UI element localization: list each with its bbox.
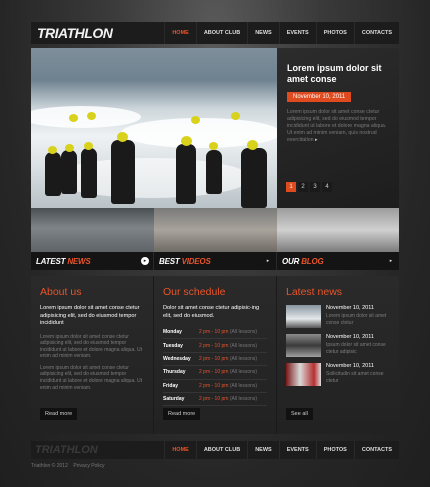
hero-photo: [31, 48, 277, 208]
news-text: Lorem ipsum dolor sit amet conse ctetur: [326, 313, 387, 326]
list-item[interactable]: November 10, 2011 Ipsum dolor sit amet c…: [286, 334, 390, 357]
nav-news[interactable]: NEWS: [247, 22, 279, 44]
footer-nav: HOME ABOUT CLUB NEWS EVENTS PHOTOS CONTA…: [164, 441, 399, 459]
table-row: Monday 2 pm - 10 pm (All lessons): [163, 326, 267, 340]
videos-thumbnail[interactable]: [154, 208, 277, 252]
about-paragraph: Lorem ipsum dolor sit amet conse ctetur …: [40, 333, 143, 360]
latest-news-column: Latest news November 10, 2011 Lorem ipsu…: [277, 276, 399, 434]
site-footer: TRIATHLON HOME ABOUT CLUB NEWS EVENTS PH…: [31, 441, 399, 459]
hero-text-body: Lorem ipsum dolor sit amet conse ctetur …: [287, 109, 387, 143]
latest-news-title: Latest news: [286, 286, 343, 298]
slider-pager: 1 2 3 4: [286, 182, 332, 192]
footer-nav-home[interactable]: HOME: [164, 441, 196, 459]
our-blog-tab[interactable]: OUR BLOG ▸: [277, 252, 399, 270]
hero-more-icon[interactable]: ▸: [315, 137, 318, 143]
news-text: Ipsum dolor sit amet conse ctetur adipis…: [326, 342, 386, 355]
hero-title[interactable]: Lorem ipsum dolor sit amet conse: [287, 63, 389, 85]
news-date: November 10, 2011: [326, 363, 374, 369]
news-image[interactable]: [286, 305, 321, 328]
arrow-right-icon[interactable]: ▸: [264, 257, 272, 265]
blog-thumbnail[interactable]: [277, 208, 399, 252]
schedule-time: 2 pm - 10 pm (All lessons): [199, 338, 267, 353]
footer-nav-photos[interactable]: PHOTOS: [315, 441, 354, 459]
table-row: Friday 2 pm - 10 pm (All lessons): [163, 379, 267, 393]
arrow-right-icon[interactable]: ▸: [387, 257, 395, 265]
about-paragraph: Lorem ipsum dolor sit amet conse ctetur …: [40, 364, 143, 391]
best-videos-tab[interactable]: BEST VIDEOS ▸: [154, 252, 277, 270]
about-column: About us Lorem ipsum dolor sit amet cons…: [31, 276, 154, 434]
news-date: November 10, 2011: [326, 334, 374, 340]
copyright-text: Triathlon © 2012: [31, 463, 68, 469]
list-item[interactable]: November 10, 2011 Sollicitudin sit amet …: [286, 363, 390, 386]
section-thumbnails: [31, 208, 399, 252]
best-videos-label: BEST VIDEOS: [159, 256, 211, 266]
section-bar: LATEST NEWS ▸ BEST VIDEOS ▸ OUR BLOG ▸: [31, 252, 399, 270]
about-lead: Lorem ipsum dolor sit amet conse ctetur …: [40, 305, 140, 326]
schedule-lead: Dolor sit amet conse ctetur adipisic-ing…: [163, 305, 260, 319]
hero-caption: Lorem ipsum dolor sit amet conse Novembe…: [277, 48, 399, 208]
hero-date: November 10, 2011: [287, 92, 352, 102]
schedule-time: 2 pm - 10 pm (All lessons): [199, 392, 267, 407]
pager-4[interactable]: 4: [322, 182, 332, 192]
footer-nav-about-club[interactable]: ABOUT CLUB: [195, 441, 247, 459]
schedule-column: Our schedule Dolor sit amet conse ctetur…: [154, 276, 277, 434]
arrow-right-icon[interactable]: ▸: [141, 257, 149, 265]
hero-text: Lorem ipsum dolor sit amet conse ctetur …: [287, 109, 389, 144]
about-read-more-button[interactable]: Read more: [40, 408, 78, 420]
list-item[interactable]: November 10, 2011 Lorem ipsum dolor sit …: [286, 305, 390, 328]
table-row: Wednesday 2 pm - 10 pm (All lessons): [163, 352, 267, 367]
schedule-time: 2 pm - 10 pm (All lessons): [199, 326, 267, 340]
copyright: Triathlon © 2012 Privacy Policy: [31, 463, 105, 469]
table-row: Thursday 2 pm - 10 pm (All lessons): [163, 365, 267, 380]
schedule-time: 2 pm - 10 pm (All lessons): [199, 352, 267, 367]
news-date: November 10, 2011: [326, 305, 374, 311]
schedule-table: Monday 2 pm - 10 pm (All lessons) Tuesday…: [163, 326, 267, 407]
see-all-button[interactable]: See all: [286, 408, 313, 420]
table-row: Tuesday 2 pm - 10 pm (All lessons): [163, 338, 267, 353]
table-row: Saturday 2 pm - 10 pm (All lessons): [163, 392, 267, 407]
news-text: Sollicitudin sit amet conse ctetur: [326, 371, 384, 384]
schedule-day: Tuesday: [163, 338, 199, 353]
nav-photos[interactable]: PHOTOS: [315, 22, 354, 44]
schedule-day: Thursday: [163, 365, 199, 380]
footer-nav-news[interactable]: NEWS: [247, 441, 279, 459]
hero-slider: Lorem ipsum dolor sit amet conse Novembe…: [31, 48, 399, 208]
news-image[interactable]: [286, 363, 321, 386]
nav-about-club[interactable]: ABOUT CLUB: [195, 22, 247, 44]
main-nav: HOME ABOUT CLUB NEWS EVENTS PHOTOS CONTA…: [164, 22, 399, 44]
nav-contacts[interactable]: CONTACTS: [353, 22, 399, 44]
schedule-time: 2 pm - 10 pm (All lessons): [199, 365, 267, 380]
pager-1[interactable]: 1: [286, 182, 296, 192]
schedule-day: Saturday: [163, 392, 199, 407]
schedule-read-more-button[interactable]: Read more: [163, 408, 201, 420]
schedule-day: Monday: [163, 326, 199, 340]
schedule-day: Wednesday: [163, 352, 199, 367]
site-header: TRIATHLON HOME ABOUT CLUB NEWS EVENTS PH…: [31, 22, 399, 44]
nav-events[interactable]: EVENTS: [278, 22, 316, 44]
latest-news-label: LATEST NEWS: [36, 256, 91, 266]
our-blog-label: OUR BLOG: [282, 256, 324, 266]
site-logo[interactable]: TRIATHLON: [37, 25, 113, 41]
footer-nav-events[interactable]: EVENTS: [278, 441, 316, 459]
footer-nav-contacts[interactable]: CONTACTS: [353, 441, 399, 459]
about-title: About us: [40, 286, 82, 298]
content-columns: About us Lorem ipsum dolor sit amet cons…: [31, 276, 399, 434]
pager-3[interactable]: 3: [310, 182, 320, 192]
news-image[interactable]: [286, 334, 321, 357]
footer-logo[interactable]: TRIATHLON: [35, 444, 98, 456]
nav-home[interactable]: HOME: [164, 22, 196, 44]
privacy-policy-link[interactable]: Privacy Policy: [73, 463, 104, 469]
pager-2[interactable]: 2: [298, 182, 308, 192]
schedule-time: 2 pm - 10 pm (All lessons): [199, 379, 267, 393]
latest-news-tab[interactable]: LATEST NEWS ▸: [31, 252, 154, 270]
schedule-day: Friday: [163, 379, 199, 393]
schedule-title: Our schedule: [163, 286, 226, 298]
news-thumbnail[interactable]: [31, 208, 154, 252]
